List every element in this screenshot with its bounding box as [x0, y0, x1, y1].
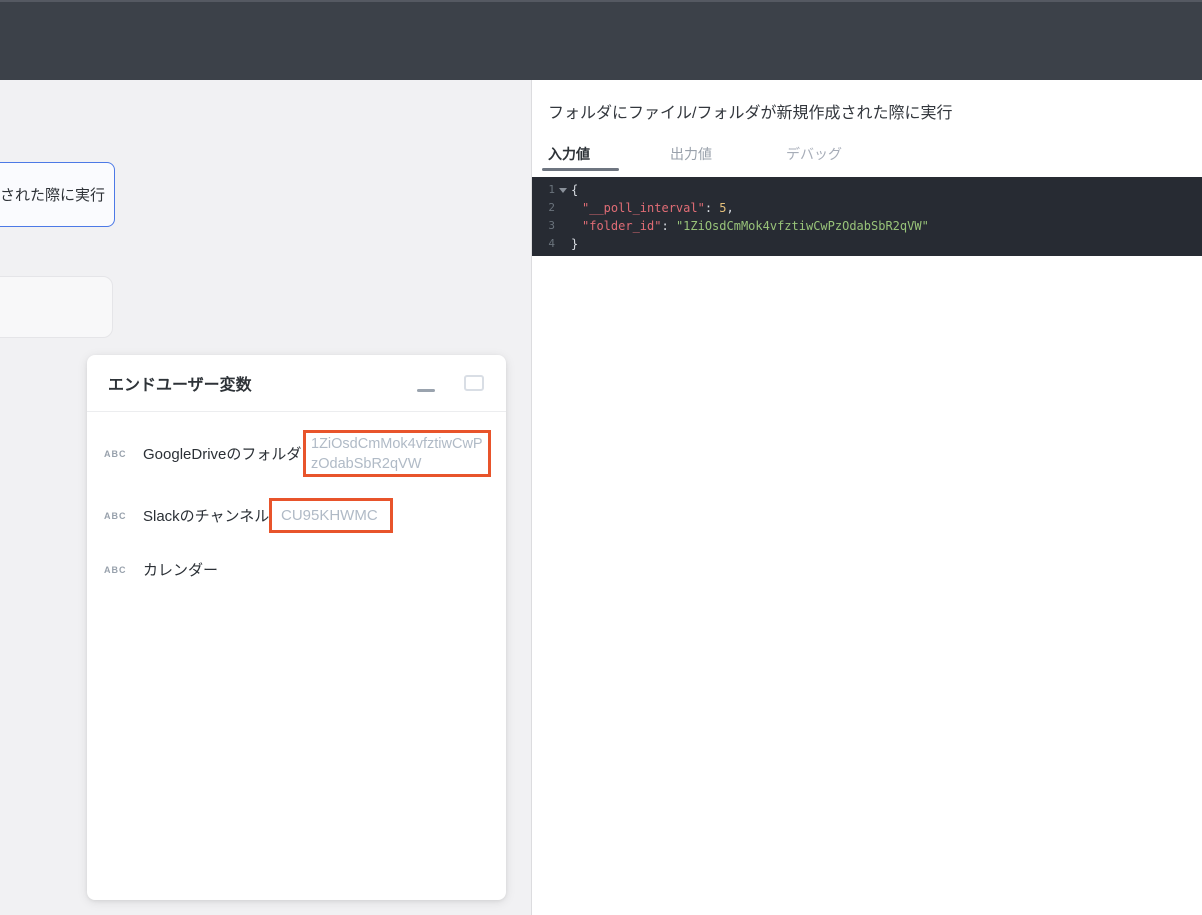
line-number: 4 [540, 235, 555, 253]
variables-panel-title: エンドユーザー変数 [108, 371, 414, 395]
variable-value-input[interactable]: 1ZiOsdCmMok4vfztiwCwPzOdabSbR2qVW [303, 430, 491, 477]
fold-gutter-spacer [555, 235, 571, 253]
empty-node[interactable] [0, 276, 113, 338]
inspector-title: フォルダにファイル/フォルダが新規作成された際に実行 [548, 99, 952, 123]
variable-label: Slackのチャンネル [143, 505, 269, 526]
maximize-button[interactable] [462, 373, 486, 393]
variable-value-text: CU95KHWMC [281, 507, 378, 524]
variable-label: カレンダー [143, 559, 218, 580]
variable-row-calendar: ABC カレンダー [87, 552, 506, 587]
json-code-editor[interactable]: 1 { 2 "__poll_interval": 5, 3 "folder_id… [532, 177, 1202, 256]
minimize-icon [417, 389, 435, 392]
line-number: 3 [540, 217, 555, 235]
variable-row-slack-channel: ABC Slackのチャンネル CU95KHWMC [87, 498, 506, 533]
fold-gutter-spacer [555, 199, 571, 217]
variable-value-text: 1ZiOsdCmMok4vfztiwCwPzOdabSbR2qVW [311, 434, 483, 474]
code-line: 2 "__poll_interval": 5, [532, 199, 1202, 217]
code-token: { [571, 181, 578, 199]
code-line: 4 } [532, 235, 1202, 253]
json-colon: : [705, 201, 719, 215]
tab-debug[interactable]: デバッグ [786, 144, 842, 164]
text-type-icon: ABC [104, 449, 127, 459]
code-line: 1 { [532, 181, 1202, 199]
line-number: 2 [540, 199, 555, 217]
json-comma: , [727, 201, 734, 215]
line-number: 1 [540, 181, 555, 199]
text-type-icon: ABC [104, 565, 127, 575]
json-key: "folder_id" [582, 219, 661, 233]
trigger-node[interactable]: された際に実行 [0, 162, 115, 227]
code-token-group: "folder_id": "1ZiOsdCmMok4vfztiwCwPzOdab… [571, 217, 929, 235]
tab-input-values[interactable]: 入力値 [548, 144, 590, 164]
code-token-group: "__poll_interval": 5, [571, 199, 734, 217]
fold-gutter-spacer [555, 217, 571, 235]
maximize-icon [464, 375, 484, 391]
code-token: } [571, 235, 578, 253]
json-string-value: "1ZiOsdCmMok4vfztiwCwPzOdabSbR2qVW" [676, 219, 929, 233]
workflow-canvas[interactable]: された際に実行 エンドユーザー変数 ABC GoogleDriveのフォルダ 1… [0, 80, 531, 915]
json-colon: : [661, 219, 675, 233]
minimize-button[interactable] [414, 373, 438, 393]
variable-label: GoogleDriveのフォルダ [143, 443, 301, 464]
variables-panel-header: エンドユーザー変数 [87, 355, 506, 412]
code-line: 3 "folder_id": "1ZiOsdCmMok4vfztiwCwPzOd… [532, 217, 1202, 235]
variable-value-input[interactable]: CU95KHWMC [269, 498, 393, 533]
tab-output-values[interactable]: 出力値 [670, 144, 712, 164]
app-header-bar [0, 0, 1202, 80]
trigger-node-label: された際に実行 [0, 184, 105, 205]
panel-window-controls [414, 373, 486, 393]
text-type-icon: ABC [104, 511, 127, 521]
chevron-down-icon [559, 188, 567, 193]
end-user-variables-panel: エンドユーザー変数 ABC GoogleDriveのフォルダ 1ZiOsdCmM… [87, 355, 506, 900]
inspector-panel: フォルダにファイル/フォルダが新規作成された際に実行 入力値 出力値 デバッグ … [531, 80, 1202, 915]
fold-toggle[interactable] [555, 181, 571, 199]
variable-row-googledrive-folder: ABC GoogleDriveのフォルダ 1ZiOsdCmMok4vfztiwC… [87, 430, 506, 477]
json-key: "__poll_interval" [582, 201, 705, 215]
active-tab-underline [542, 168, 619, 171]
json-number-value: 5 [719, 201, 726, 215]
